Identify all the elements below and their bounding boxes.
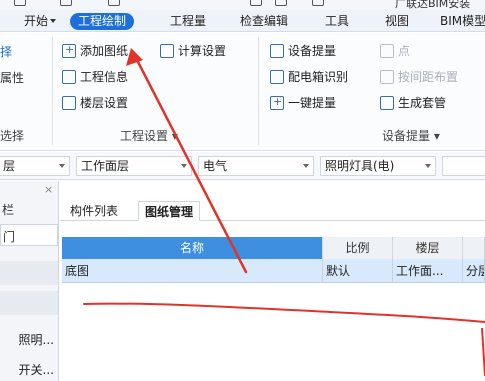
- point-icon: [380, 44, 394, 58]
- tab-quantity[interactable]: 工程量: [170, 13, 206, 30]
- ribbon-divider: [258, 37, 259, 145]
- panel-identify-label: 配电箱识别: [288, 70, 349, 84]
- panel-search-text: 门: [3, 230, 16, 244]
- spacing-layout-label: 按间距布置: [398, 70, 459, 84]
- app-title: 广联达BIM安装: [395, 0, 471, 10]
- grid-header: 名称 比例 楼层: [62, 237, 485, 259]
- cell-extra[interactable]: 分层: [463, 259, 485, 283]
- properties-button[interactable]: 属性: [0, 69, 24, 86]
- filter-toolbar: 层 工作面层 电气 照明灯具(电): [0, 152, 485, 180]
- select-button[interactable]: 择: [0, 43, 12, 60]
- device-extract-button[interactable]: 设备提量: [270, 42, 336, 60]
- select-group-label: 选择: [0, 129, 25, 143]
- column-header-name[interactable]: 名称: [62, 237, 323, 259]
- tree-item-switch[interactable]: 开关...: [19, 361, 54, 378]
- calc-settings-icon: [160, 44, 174, 58]
- point-label: 点: [398, 44, 411, 58]
- tab-tools[interactable]: 工具: [325, 13, 349, 30]
- generate-sleeve-icon: [380, 96, 394, 110]
- project-info-icon: [62, 70, 76, 84]
- panel-identify-icon: [270, 70, 284, 84]
- column-header-floor[interactable]: 楼层: [393, 237, 463, 259]
- quick-access-icon[interactable]: [250, 0, 262, 6]
- discipline-value: 电气: [203, 159, 228, 173]
- one-click-extract-button[interactable]: 一键提量: [270, 93, 337, 112]
- chevron-down-icon: [181, 164, 187, 168]
- add-drawing-label: 添加图纸: [80, 44, 129, 58]
- title-bar: 广联达BIM安装: [0, 0, 485, 10]
- menu-bar: 开始 工程绘制 工程量 检查编辑 工具 视图 BIM模型: [0, 10, 485, 32]
- project-info-label: 工程信息: [80, 70, 129, 84]
- tab-check-edit[interactable]: 检查编辑: [240, 13, 288, 30]
- open-file-icon[interactable]: [60, 0, 72, 6]
- new-file-icon[interactable]: [14, 0, 26, 6]
- panel-identify-button[interactable]: 配电箱识别: [270, 68, 348, 86]
- add-drawing-icon: [62, 41, 76, 59]
- project-info-button[interactable]: 工程信息: [62, 68, 128, 86]
- chevron-down-icon: [59, 164, 65, 168]
- point-button[interactable]: 点: [380, 42, 410, 60]
- close-icon[interactable]: ×: [44, 183, 53, 196]
- cell-floor[interactable]: 工作面...: [393, 259, 463, 283]
- one-click-extract-label: 一键提量: [288, 96, 337, 110]
- quick-access-dropdown-icon[interactable]: [50, 19, 56, 23]
- tab-start[interactable]: 开始: [24, 13, 48, 30]
- chevron-down-icon: [303, 164, 309, 168]
- layout-icon[interactable]: [275, 0, 287, 6]
- work-floor-value: 工作面层: [81, 159, 130, 173]
- work-floor-select[interactable]: 工作面层: [76, 156, 192, 176]
- table-row[interactable]: 底图 默认 工作面... 分层: [62, 259, 485, 283]
- calc-settings-button[interactable]: 计算设置: [160, 42, 226, 60]
- column-header-scale[interactable]: 比例: [323, 237, 393, 259]
- generate-sleeve-button[interactable]: 生成套管: [380, 94, 446, 112]
- one-click-extract-icon: [270, 93, 284, 111]
- device-extract-icon: [270, 44, 284, 58]
- tab-view[interactable]: 视图: [385, 13, 409, 30]
- component-value: 照明灯具(电): [325, 159, 395, 173]
- panel-tabs: 构件列表 图纸管理: [60, 199, 485, 221]
- device-extract-label: 设备提量: [288, 44, 337, 58]
- tab-bim-model[interactable]: BIM模型: [440, 13, 485, 30]
- ribbon-divider: [52, 37, 53, 145]
- extra-select[interactable]: [442, 156, 485, 176]
- column-header-extra[interactable]: [463, 237, 485, 259]
- discipline-select[interactable]: 电气: [198, 156, 314, 176]
- calc-settings-label: 计算设置: [178, 44, 227, 58]
- chevron-down-icon: [425, 164, 431, 168]
- tab-drawing-management[interactable]: 图纸管理: [138, 201, 201, 221]
- tab-drawing[interactable]: 工程绘制: [70, 13, 135, 30]
- cell-name[interactable]: 底图: [62, 259, 323, 283]
- generate-sleeve-label: 生成套管: [398, 96, 447, 110]
- panel-band: [0, 261, 58, 285]
- add-drawing-button[interactable]: 添加图纸: [62, 41, 129, 60]
- floor-select-value: 层: [3, 159, 16, 173]
- spacing-layout-icon: [380, 70, 394, 84]
- project-settings-group-label[interactable]: 工程设置 ▾: [120, 127, 178, 144]
- add-icon[interactable]: [312, 0, 324, 6]
- panel-search-box[interactable]: 门: [0, 224, 58, 246]
- spacing-layout-button[interactable]: 按间距布置: [380, 68, 458, 86]
- floor-settings-label: 楼层设置: [80, 96, 129, 110]
- cell-scale[interactable]: 默认: [323, 259, 393, 283]
- floor-select-clipped[interactable]: 层: [0, 156, 70, 176]
- device-extract-group-label[interactable]: 设备提量 ▾: [382, 127, 440, 144]
- navigation-panel: × 栏 门 照明... 开关...: [0, 181, 59, 381]
- save-icon[interactable]: [108, 0, 120, 6]
- panel-band: [0, 291, 58, 315]
- panel-title-clipped: 栏: [2, 203, 15, 217]
- tab-component-list[interactable]: 构件列表: [64, 201, 124, 221]
- floor-settings-icon: [62, 96, 76, 110]
- floor-settings-button[interactable]: 楼层设置: [62, 94, 128, 112]
- tree-item-lighting[interactable]: 照明...: [19, 331, 54, 348]
- ribbon: 择 属性 选择 添加图纸 计算设置 工程信息 楼层设置 工程设置 ▾ 设备提量 …: [0, 33, 485, 151]
- component-select[interactable]: 照明灯具(电): [320, 156, 436, 176]
- drawing-management-panel: 构件列表 图纸管理 名称 比例 楼层 底图 默认 工作面... 分层: [60, 181, 485, 381]
